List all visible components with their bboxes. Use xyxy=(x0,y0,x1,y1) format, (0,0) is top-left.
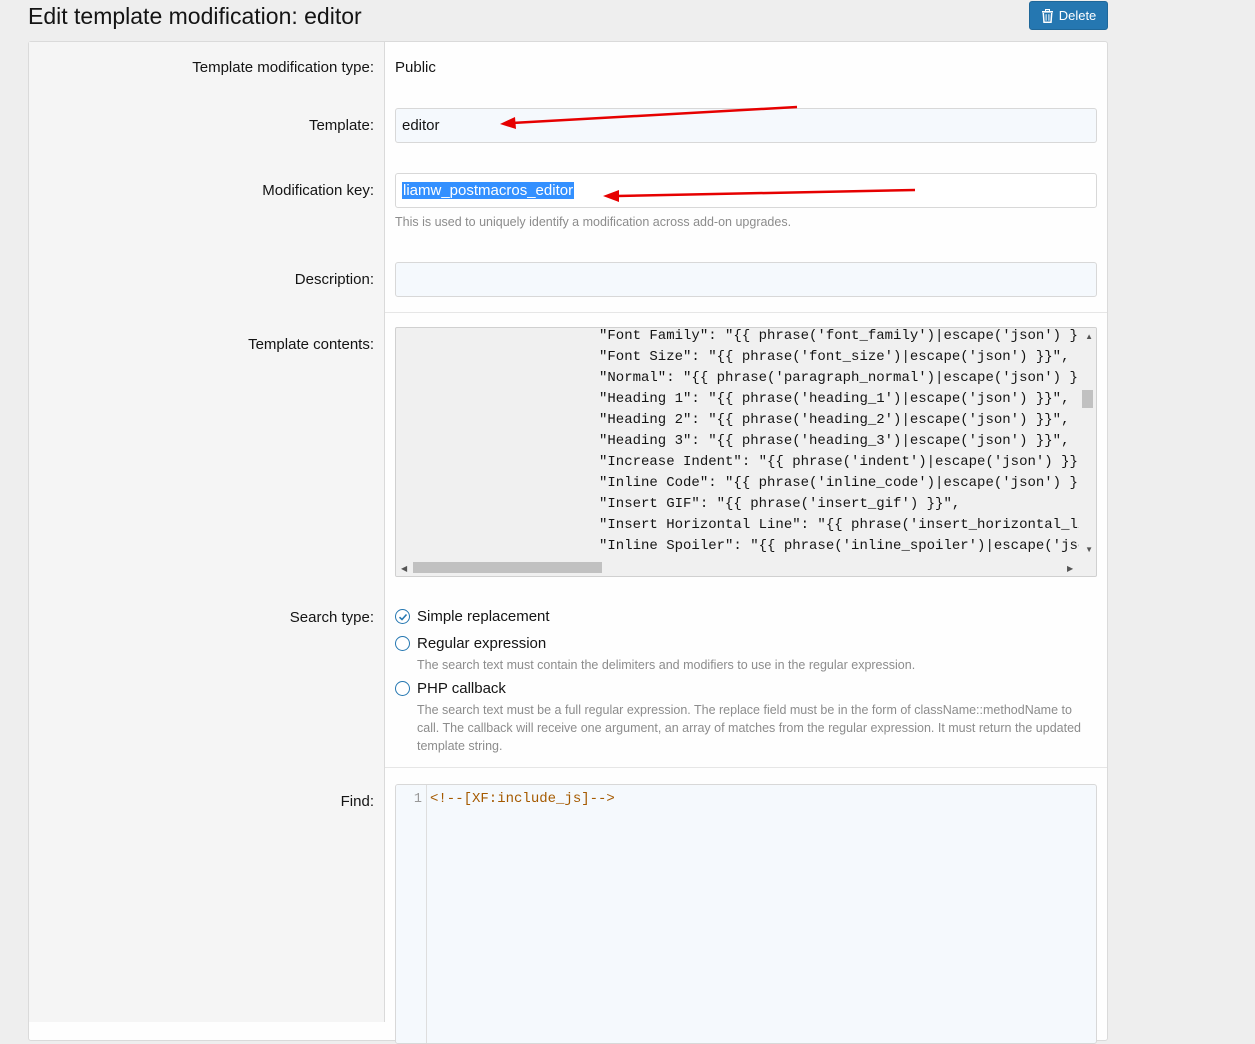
scroll-left-arrow-icon[interactable]: ◀ xyxy=(401,565,407,573)
template-contents-editor[interactable]: "Font Family": "{{ phrase('font_family')… xyxy=(395,327,1097,577)
radio-label-regex: Regular expression xyxy=(417,635,547,652)
line-gutter: 1 xyxy=(396,785,427,1043)
description-label: Description: xyxy=(294,271,374,288)
code-line: "Font Size": "{{ phrase('font_size')|esc… xyxy=(599,349,1070,365)
trash-icon xyxy=(1041,8,1054,23)
template-input-value: editor xyxy=(402,117,440,134)
code-line: "Heading 1": "{{ phrase('heading_1')|esc… xyxy=(599,391,1070,407)
scroll-up-arrow-icon[interactable]: ▲ xyxy=(1085,333,1093,341)
template-label: Template: xyxy=(308,117,374,134)
horizontal-scrollbar[interactable]: ◀ ▶ xyxy=(396,561,1083,576)
search-type-label: Search type: xyxy=(289,609,374,626)
radio-label-simple: Simple replacement xyxy=(417,608,550,625)
page-title: Edit template modification: editor xyxy=(28,3,362,29)
radio-label-php: PHP callback xyxy=(417,680,506,697)
code-line: "Increase Indent": "{{ phrase('indent')|… xyxy=(599,454,1079,470)
radio-checked-icon[interactable] xyxy=(395,609,410,624)
find-label: Find: xyxy=(340,793,374,810)
type-value: Public xyxy=(395,59,436,76)
code-line: "Normal": "{{ phrase('paragraph_normal')… xyxy=(599,370,1079,386)
code-line: "Heading 2": "{{ phrase('heading_2')|esc… xyxy=(599,412,1070,428)
template-contents-code: "Font Family": "{{ phrase('font_family')… xyxy=(599,328,1079,560)
contents-label: Template contents: xyxy=(248,336,374,353)
line-number: 1 xyxy=(413,792,422,807)
vertical-scrollbar[interactable]: ▲ ▼ xyxy=(1081,328,1096,562)
radio-unchecked-icon[interactable] xyxy=(395,636,410,651)
code-line: "Insert Horizontal Line": "{{ phrase('in… xyxy=(599,517,1079,533)
delete-label: Delete xyxy=(1058,8,1097,23)
delete-button[interactable]: Delete xyxy=(1029,1,1108,30)
scroll-down-arrow-icon[interactable]: ▼ xyxy=(1085,546,1093,554)
type-label: Template modification type: xyxy=(192,59,374,76)
find-code-editor[interactable]: 1 <!--[XF:include_js]--> xyxy=(395,784,1097,1044)
radio-simple-replacement[interactable]: Simple replacement xyxy=(395,608,550,625)
code-line: "Inline Spoiler": "{{ phrase('inline_spo… xyxy=(599,538,1079,554)
radio-php-callback[interactable]: PHP callback xyxy=(395,680,506,697)
radio-regular-expression[interactable]: Regular expression xyxy=(395,635,546,652)
code-line: "Heading 3": "{{ phrase('heading_3')|esc… xyxy=(599,433,1070,449)
code-line: "Insert GIF": "{{ phrase('insert_gif') }… xyxy=(599,496,961,512)
modification-key-input[interactable]: liamw_postmacros_editor xyxy=(395,173,1097,208)
key-hint: This is used to uniquely identify a modi… xyxy=(395,215,792,229)
scroll-right-arrow-icon[interactable]: ▶ xyxy=(1067,565,1073,573)
find-code-text: <!--[XF:include_js]--> xyxy=(430,791,615,807)
modification-key-value: liamw_postmacros_editor xyxy=(402,182,575,199)
description-input[interactable] xyxy=(395,262,1097,297)
regex-hint: The search text must contain the delimit… xyxy=(417,658,916,672)
section-divider xyxy=(385,767,1107,768)
horizontal-scroll-thumb[interactable] xyxy=(413,562,602,573)
code-line: "Font Family": "{{ phrase('font_family')… xyxy=(599,328,1079,344)
vertical-scroll-thumb[interactable] xyxy=(1082,390,1093,408)
php-callback-hint: The search text must be a full regular e… xyxy=(417,703,1081,753)
code-line: "Inline Code": "{{ phrase('inline_code')… xyxy=(599,475,1079,491)
section-divider xyxy=(385,312,1107,313)
radio-unchecked-icon[interactable] xyxy=(395,681,410,696)
template-input[interactable]: editor xyxy=(395,108,1097,143)
key-label: Modification key: xyxy=(262,182,374,199)
